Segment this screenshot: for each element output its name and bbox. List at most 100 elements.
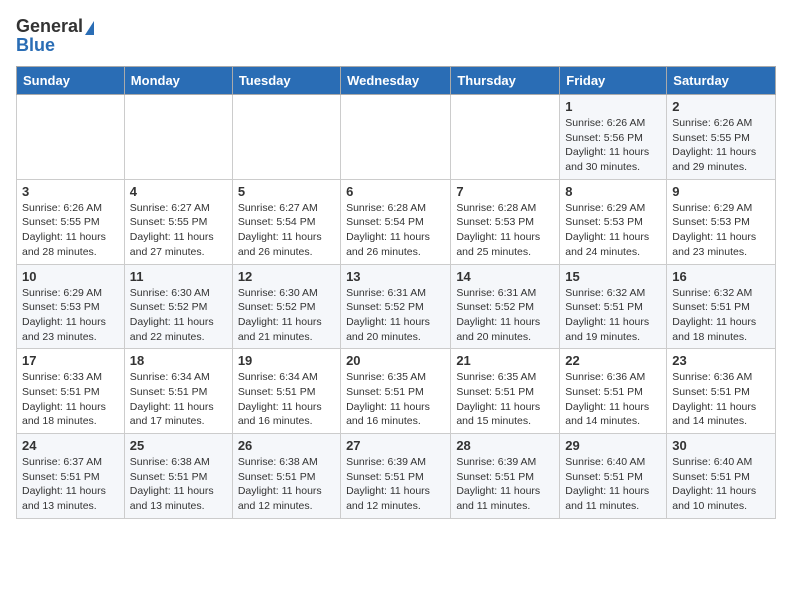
day-info: Sunrise: 6:40 AMSunset: 5:51 PMDaylight:… [565, 455, 661, 514]
day-number: 16 [672, 269, 770, 284]
day-info: Sunrise: 6:38 AMSunset: 5:51 PMDaylight:… [238, 455, 335, 514]
calendar-cell: 24 Sunrise: 6:37 AMSunset: 5:51 PMDayligh… [17, 434, 125, 519]
logo-general-text: General [16, 16, 83, 37]
day-number: 11 [130, 269, 227, 284]
day-info: Sunrise: 6:38 AMSunset: 5:51 PMDaylight:… [130, 455, 227, 514]
calendar-week-row: 3Sunrise: 6:26 AMSunset: 5:55 PMDaylight… [17, 179, 776, 264]
day-number: 24 [22, 438, 119, 453]
calendar-week-row: 17Sunrise: 6:33 AMSunset: 5:51 PMDayligh… [17, 349, 776, 434]
day-number: 13 [346, 269, 445, 284]
day-number: 15 [565, 269, 661, 284]
calendar-cell: 26 Sunrise: 6:38 AMSunset: 5:51 PMDayligh… [232, 434, 340, 519]
day-number: 29 [565, 438, 661, 453]
calendar-cell: 11 Sunrise: 6:30 AMSunset: 5:52 PMDayligh… [124, 264, 232, 349]
logo: General Blue [16, 16, 94, 56]
day-number: 6 [346, 184, 445, 199]
weekday-header-tuesday: Tuesday [232, 67, 340, 95]
calendar-cell: 10 Sunrise: 6:29 AMSunset: 5:53 PMDayligh… [17, 264, 125, 349]
weekday-header-thursday: Thursday [451, 67, 560, 95]
day-number: 5 [238, 184, 335, 199]
calendar-cell: 7 Sunrise: 6:28 AMSunset: 5:53 PMDaylight… [451, 179, 560, 264]
calendar-cell: 30 Sunrise: 6:40 AMSunset: 5:51 PMDayligh… [667, 434, 776, 519]
calendar-cell: 14 Sunrise: 6:31 AMSunset: 5:52 PMDayligh… [451, 264, 560, 349]
day-info: Sunrise: 6:28 AMSunset: 5:54 PMDaylight:… [346, 201, 445, 260]
day-info: Sunrise: 6:37 AMSunset: 5:51 PMDaylight:… [22, 455, 119, 514]
day-info: Sunrise: 6:39 AMSunset: 5:51 PMDaylight:… [346, 455, 445, 514]
day-info: Sunrise: 6:29 AMSunset: 5:53 PMDaylight:… [565, 201, 661, 260]
calendar-cell: 23 Sunrise: 6:36 AMSunset: 5:51 PMDayligh… [667, 349, 776, 434]
calendar-cell: 1 Sunrise: 6:26 AMSunset: 5:56 PMDaylight… [560, 95, 667, 180]
day-info: Sunrise: 6:29 AMSunset: 5:53 PMDaylight:… [22, 286, 119, 345]
day-info: Sunrise: 6:31 AMSunset: 5:52 PMDaylight:… [346, 286, 445, 345]
day-info: Sunrise: 6:32 AMSunset: 5:51 PMDaylight:… [672, 286, 770, 345]
day-info: Sunrise: 6:32 AMSunset: 5:51 PMDaylight:… [565, 286, 661, 345]
day-number: 10 [22, 269, 119, 284]
calendar-cell: 16 Sunrise: 6:32 AMSunset: 5:51 PMDayligh… [667, 264, 776, 349]
day-number: 7 [456, 184, 554, 199]
day-info: Sunrise: 6:39 AMSunset: 5:51 PMDaylight:… [456, 455, 554, 514]
day-info: Sunrise: 6:26 AMSunset: 5:56 PMDaylight:… [565, 116, 661, 175]
day-info: Sunrise: 6:28 AMSunset: 5:53 PMDaylight:… [456, 201, 554, 260]
calendar-cell: 20Sunrise: 6:35 AMSunset: 5:51 PMDayligh… [341, 349, 451, 434]
calendar-cell: 9Sunrise: 6:29 AMSunset: 5:53 PMDaylight… [667, 179, 776, 264]
day-number: 19 [238, 353, 335, 368]
day-info: Sunrise: 6:35 AMSunset: 5:51 PMDaylight:… [346, 370, 445, 429]
day-number: 14 [456, 269, 554, 284]
day-number: 1 [565, 99, 661, 114]
day-number: 2 [672, 99, 770, 114]
calendar-header-row: SundayMondayTuesdayWednesdayThursdayFrid… [17, 67, 776, 95]
logo-blue-text: Blue [16, 35, 55, 56]
calendar-cell: 5 Sunrise: 6:27 AMSunset: 5:54 PMDaylight… [232, 179, 340, 264]
day-number: 3 [22, 184, 119, 199]
calendar-cell: 17Sunrise: 6:33 AMSunset: 5:51 PMDayligh… [17, 349, 125, 434]
day-info: Sunrise: 6:40 AMSunset: 5:51 PMDaylight:… [672, 455, 770, 514]
calendar-table: SundayMondayTuesdayWednesdayThursdayFrid… [16, 66, 776, 519]
weekday-header-friday: Friday [560, 67, 667, 95]
calendar-cell [124, 95, 232, 180]
day-info: Sunrise: 6:34 AMSunset: 5:51 PMDaylight:… [238, 370, 335, 429]
day-number: 26 [238, 438, 335, 453]
calendar-cell: 21Sunrise: 6:35 AMSunset: 5:51 PMDayligh… [451, 349, 560, 434]
calendar-cell: 12Sunrise: 6:30 AMSunset: 5:52 PMDayligh… [232, 264, 340, 349]
day-number: 22 [565, 353, 661, 368]
day-number: 9 [672, 184, 770, 199]
day-number: 21 [456, 353, 554, 368]
calendar-cell: 2 Sunrise: 6:26 AMSunset: 5:55 PMDaylight… [667, 95, 776, 180]
day-number: 27 [346, 438, 445, 453]
calendar-week-row: 10 Sunrise: 6:29 AMSunset: 5:53 PMDayligh… [17, 264, 776, 349]
calendar-cell: 6 Sunrise: 6:28 AMSunset: 5:54 PMDaylight… [341, 179, 451, 264]
day-number: 12 [238, 269, 335, 284]
day-info: Sunrise: 6:36 AMSunset: 5:51 PMDaylight:… [672, 370, 770, 429]
calendar-cell: 28 Sunrise: 6:39 AMSunset: 5:51 PMDayligh… [451, 434, 560, 519]
weekday-header-sunday: Sunday [17, 67, 125, 95]
calendar-cell: 19 Sunrise: 6:34 AMSunset: 5:51 PMDayligh… [232, 349, 340, 434]
day-info: Sunrise: 6:31 AMSunset: 5:52 PMDaylight:… [456, 286, 554, 345]
weekday-header-monday: Monday [124, 67, 232, 95]
day-number: 30 [672, 438, 770, 453]
calendar-cell: 3Sunrise: 6:26 AMSunset: 5:55 PMDaylight… [17, 179, 125, 264]
day-info: Sunrise: 6:36 AMSunset: 5:51 PMDaylight:… [565, 370, 661, 429]
calendar-cell: 29 Sunrise: 6:40 AMSunset: 5:51 PMDayligh… [560, 434, 667, 519]
day-number: 8 [565, 184, 661, 199]
day-number: 23 [672, 353, 770, 368]
day-info: Sunrise: 6:27 AMSunset: 5:55 PMDaylight:… [130, 201, 227, 260]
day-info: Sunrise: 6:26 AMSunset: 5:55 PMDaylight:… [672, 116, 770, 175]
day-info: Sunrise: 6:27 AMSunset: 5:54 PMDaylight:… [238, 201, 335, 260]
calendar-cell: 22 Sunrise: 6:36 AMSunset: 5:51 PMDayligh… [560, 349, 667, 434]
page-header: General Blue [16, 16, 776, 56]
calendar-cell: 15 Sunrise: 6:32 AMSunset: 5:51 PMDayligh… [560, 264, 667, 349]
calendar-cell [17, 95, 125, 180]
logo-triangle-icon [85, 21, 94, 35]
calendar-week-row: 1 Sunrise: 6:26 AMSunset: 5:56 PMDaylight… [17, 95, 776, 180]
day-number: 28 [456, 438, 554, 453]
day-info: Sunrise: 6:30 AMSunset: 5:52 PMDaylight:… [130, 286, 227, 345]
day-number: 17 [22, 353, 119, 368]
calendar-cell: 8 Sunrise: 6:29 AMSunset: 5:53 PMDaylight… [560, 179, 667, 264]
weekday-header-saturday: Saturday [667, 67, 776, 95]
calendar-cell: 18Sunrise: 6:34 AMSunset: 5:51 PMDayligh… [124, 349, 232, 434]
calendar-cell [451, 95, 560, 180]
calendar-cell: 13 Sunrise: 6:31 AMSunset: 5:52 PMDayligh… [341, 264, 451, 349]
calendar-cell [232, 95, 340, 180]
day-number: 25 [130, 438, 227, 453]
calendar-cell: 27 Sunrise: 6:39 AMSunset: 5:51 PMDayligh… [341, 434, 451, 519]
